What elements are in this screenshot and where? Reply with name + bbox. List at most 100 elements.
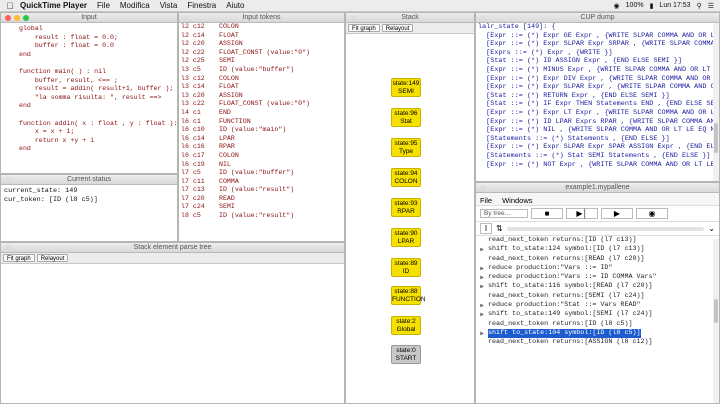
token-value: FLOAT	[219, 31, 239, 39]
menu-finestra[interactable]: Finestra	[187, 1, 216, 10]
token-list[interactable]: l2 c12 l2 c14 l2 c20 l2 c22 l2 c25 l3 c5 l3 c1…	[179, 23, 344, 221]
log-row[interactable]: ▶ shift to_state:149 symbol:[SEMI (l7 c24…	[476, 310, 719, 319]
token-position: l3 c12	[181, 74, 205, 82]
event-log[interactable]: read_next_token returns:[ID (l7 c13)] ▶ sh…	[476, 236, 719, 348]
relayout-button[interactable]: Relayout	[36, 254, 69, 262]
disclosure-triangle-icon[interactable]: ▶	[476, 301, 488, 310]
close-button[interactable]	[480, 14, 486, 21]
apple-icon[interactable]: 	[0, 1, 20, 11]
disclosure-triangle-icon[interactable]: ▶	[476, 264, 488, 273]
menu-icon[interactable]: ☰	[708, 2, 714, 10]
record-button[interactable]: ◉	[636, 208, 668, 219]
log-row[interactable]: ▶ reduce production:"Vars ::= ID"	[476, 264, 719, 273]
stack-node-symbol: ID	[402, 267, 410, 275]
token-value: ID (value:"main")	[219, 126, 287, 134]
token-value: COLON	[219, 74, 239, 82]
stack-node-symbol: FUNCTION	[392, 295, 426, 303]
token-value: ID (value:"buffer")	[219, 65, 295, 73]
stack-node[interactable]: state:149 SEMI	[391, 78, 421, 97]
battery-percent[interactable]: 100%	[626, 2, 644, 9]
mypallene-titlebar: example1.mypallene	[476, 183, 719, 193]
log-row[interactable]: read_next_token returns:[READ (l7 c20)]	[476, 255, 719, 264]
token-value: ID (value:"buffer")	[219, 169, 295, 177]
cup-line: [Statements ::= (*) Statements , {END EL…	[478, 134, 670, 143]
cup-dump-text[interactable]: lalr_state [149]: { [Expr ::= (*) Expr G…	[476, 23, 719, 169]
disclosure-triangle-icon[interactable]: ▶	[476, 282, 488, 291]
wifi-icon[interactable]: ◉	[614, 2, 620, 10]
disclosure-triangle-icon[interactable]: ▶	[476, 329, 488, 338]
token-value: FUNCTION	[219, 117, 251, 125]
battery-icon[interactable]: ▮	[650, 2, 654, 10]
close-button[interactable]	[5, 176, 11, 183]
log-row[interactable]: read_next_token returns:[ID (l8 c5)]	[476, 320, 719, 329]
menu-modifica[interactable]: Modifica	[120, 1, 150, 10]
log-row[interactable]: read_next_token returns:[SEMI (l7 c24)]	[476, 292, 719, 301]
search-icon[interactable]: ⚲	[697, 2, 702, 10]
close-button[interactable]	[480, 184, 486, 191]
code-line: function addin( x : float , y : float ):…	[19, 119, 178, 127]
code-line: x = x + 1;	[19, 128, 75, 136]
stop-button[interactable]: ■	[531, 208, 563, 219]
disclosure-triangle-icon[interactable]: ▶	[476, 310, 488, 319]
stack-node[interactable]: state:89 ID	[391, 258, 421, 277]
stack-node-state: state:93	[394, 200, 418, 207]
fit-graph-button[interactable]: Fit graph	[3, 254, 35, 262]
stack-node[interactable]: state:93 RPAR	[391, 198, 421, 217]
token-position: l2 c20	[181, 40, 205, 48]
log-row[interactable]: ▶ shift to_state:116 symbol:[READ (l7 c20…	[476, 282, 719, 291]
chevron-down-icon[interactable]: ⌄	[708, 224, 715, 233]
window-title: Input tokens	[242, 14, 281, 21]
log-row[interactable]: ▶ shift to_state:124 symbol:[ID (l7 c13)]	[476, 245, 719, 254]
current-state-text: current_state: 149	[4, 187, 78, 195]
stack-node[interactable]: state:96 Stat	[391, 108, 421, 127]
source-code[interactable]: global result : float = 0.0; buffer : fl…	[1, 23, 177, 154]
close-button[interactable]	[5, 244, 11, 251]
log-row[interactable]: read_next_token returns:[ID (l7 c13)]	[476, 236, 719, 245]
close-button[interactable]	[183, 14, 189, 21]
menu-windows[interactable]: Windows	[502, 196, 532, 205]
close-button[interactable]	[350, 14, 356, 21]
disclosure-triangle-icon[interactable]: ▶	[476, 245, 488, 254]
close-button[interactable]	[5, 14, 11, 21]
stack-node[interactable]: state:95 Type	[391, 138, 421, 157]
stack-node[interactable]: state:0 START	[391, 345, 421, 364]
stack-node[interactable]: state:88 FUNCTION	[391, 286, 426, 305]
stack-node-state: state:88	[394, 288, 418, 295]
minimize-button[interactable]	[14, 14, 20, 21]
app-menu[interactable]: QuickTime Player	[20, 1, 87, 10]
stack-node[interactable]: state:2 Global	[391, 316, 421, 335]
play-button[interactable]: ▶	[601, 208, 633, 219]
step-button[interactable]: ▶│	[566, 208, 598, 219]
expand-icon[interactable]: ⇅	[496, 224, 503, 233]
zoom-button[interactable]	[23, 14, 29, 21]
log-text: reduce production:"Stat ::= Vars READ"	[488, 301, 641, 310]
filter-select[interactable]: By tree...	[480, 209, 528, 218]
token-value: LPAR	[219, 134, 235, 142]
clock[interactable]: Lun 17:53	[659, 2, 690, 9]
window-title: Current status	[67, 176, 111, 183]
relayout-button[interactable]: Relayout	[381, 24, 414, 32]
menu-file[interactable]: File	[97, 1, 110, 10]
log-row[interactable]: ▶ shift to_state:104 symbol:[ID (l8 c5)]	[476, 328, 719, 339]
cup-scrollbar[interactable]	[713, 23, 719, 181]
log-row[interactable]: read_next_token returns:[ASSIGN (l8 c12)…	[476, 338, 719, 347]
log-scrollbar[interactable]	[713, 239, 719, 403]
menu-file[interactable]: File	[480, 196, 492, 205]
input-titlebar: Input	[1, 13, 177, 23]
stack-node[interactable]: state:94 COLON	[391, 168, 421, 187]
token-position: l6 c10	[181, 126, 205, 134]
status-titlebar: Current status	[1, 175, 177, 185]
stack-node[interactable]: state:90 LPAR	[391, 228, 421, 247]
menu-vista[interactable]: Vista	[160, 1, 178, 10]
log-row[interactable]: ▶ reduce production:"Stat ::= Vars READ"	[476, 301, 719, 310]
menu-aiuto[interactable]: Aiuto	[226, 1, 244, 10]
progress-track	[506, 226, 705, 231]
text-cursor-icon[interactable]: I	[480, 223, 492, 234]
token-position: l2 c12	[181, 23, 205, 30]
stack-titlebar: Stack	[346, 13, 474, 23]
parse-tree-window: Stack element parse tree Fit graph Relay…	[0, 242, 345, 404]
fit-graph-button[interactable]: Fit graph	[348, 24, 380, 32]
disclosure-triangle-icon[interactable]: ▶	[476, 273, 488, 282]
cup-line: [Expr ::= (*) Expr GE Expr , {WRITE SLPA…	[478, 31, 719, 40]
log-row[interactable]: ▶ reduce production:"Vars ::= ID COMMA Va…	[476, 273, 719, 282]
